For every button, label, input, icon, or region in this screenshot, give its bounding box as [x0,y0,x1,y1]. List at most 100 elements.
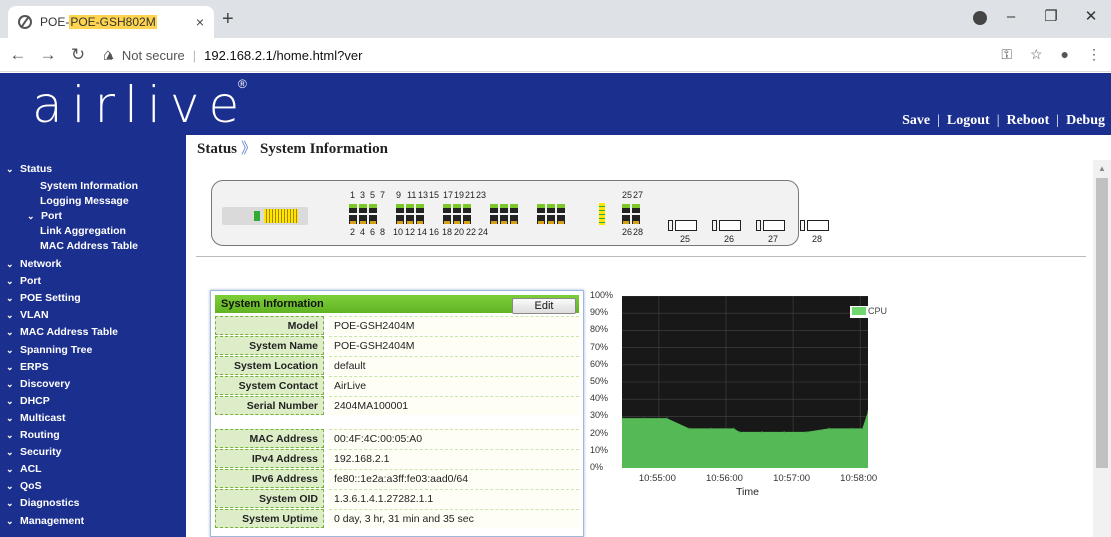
back-icon[interactable]: ← [6,45,30,65]
forward-icon[interactable]: → [36,45,60,65]
ethernet-port[interactable] [622,215,630,224]
ethernet-port[interactable] [632,215,640,224]
app-header: airlive ® Save | Logout | Reboot | Debug [0,73,1111,135]
ethernet-port[interactable] [349,215,357,224]
globe-icon [18,15,32,29]
sidebar-item-acl[interactable]: ⌄ ACL [6,463,42,475]
info-row: IPv6 Address fe80::1e2a:a3ff:fe03:aad0/64 [215,469,579,489]
star-icon[interactable]: ☆ [1030,46,1043,63]
ethernet-port[interactable] [510,215,518,224]
omnibox[interactable]: ▲ Not secure | 192.168.2.1/home.html?ver [104,43,999,67]
ethernet-port[interactable] [369,204,377,213]
ethernet-port[interactable] [396,204,404,213]
extension-icon[interactable] [973,11,987,25]
sidebar-item-dhcp[interactable]: ⌄ DHCP [6,395,50,407]
ethernet-port[interactable] [443,215,451,224]
edit-button[interactable]: Edit [512,298,576,314]
sidebar-item-qos[interactable]: ⌄ QoS [6,480,42,492]
system-info-panel: System Information Edit Model POE-GSH2404… [210,290,584,537]
cpu-chart-svg [621,295,869,469]
sidebar-item-mac-address-table[interactable]: ⌄ MAC Address Table [6,326,118,338]
ethernet-port[interactable] [490,204,498,213]
ethernet-port[interactable] [557,215,565,224]
ethernet-port[interactable] [453,215,461,224]
sidebar-item-discovery[interactable]: ⌄ Discovery [6,378,70,390]
port-number-bottom: 20 [454,227,465,237]
ethernet-port[interactable] [369,215,377,224]
ethernet-port[interactable] [416,215,424,224]
ethernet-port[interactable] [500,204,508,213]
info-label: System OID [215,489,324,508]
sidebar-item-status[interactable]: ⌄ Status [6,163,52,175]
new-tab-button[interactable]: + [222,8,234,31]
tab-close-icon[interactable]: × [196,14,204,30]
sidebar-item-diagnostics[interactable]: ⌄ Diagnostics [6,497,80,509]
ethernet-port[interactable] [416,204,424,213]
close-window-icon[interactable]: ✕ [1071,7,1111,25]
breadcrumb-section[interactable]: Status [197,141,237,157]
page-scrollbar[interactable]: ▲ [1093,160,1111,537]
reload-icon[interactable]: ↻ [66,45,90,65]
sidebar-item-poe-setting[interactable]: ⌄ POE Setting [6,292,81,304]
browser-tab[interactable]: POE- POE-GSH802M × [8,6,214,38]
sidebar-item-erps[interactable]: ⌄ ERPS [6,361,49,373]
sidebar-item-network[interactable]: ⌄ Network [6,258,61,270]
ethernet-port[interactable] [622,204,630,213]
profile-icon[interactable]: ● [1061,46,1069,63]
ethernet-port[interactable] [359,215,367,224]
sidebar-item-routing[interactable]: ⌄ Routing [6,429,60,441]
sidebar-item-security[interactable]: ⌄ Security [6,446,61,458]
port-number-top: 15 [429,190,440,200]
sidebar-item-link-aggregation[interactable]: Link Aggregation [40,225,126,237]
ethernet-port[interactable] [547,204,555,213]
menu-icon[interactable]: ⋮ [1087,46,1101,63]
scrollbar-thumb[interactable] [1096,178,1108,468]
info-row: System Location default [215,356,579,376]
divider [196,256,1086,257]
sfp-port[interactable] [807,220,829,231]
sidebar-item-spanning-tree[interactable]: ⌄ Spanning Tree [6,344,92,356]
ethernet-port[interactable] [453,204,461,213]
port-number-top: 7 [380,190,386,200]
key-icon[interactable]: ⚿ [1001,46,1012,63]
url-text[interactable]: 192.168.2.1/home.html?ver [204,48,362,63]
sfp-port[interactable] [719,220,741,231]
scroll-up-icon[interactable]: ▲ [1098,164,1106,173]
sidebar-item-management[interactable]: ⌄ Management [6,515,84,527]
sidebar-item-vlan[interactable]: ⌄ VLAN [6,309,49,321]
restore-icon[interactable]: ❐ [1031,7,1071,25]
ethernet-port[interactable] [557,204,565,213]
ethernet-port[interactable] [463,204,471,213]
info-label: System Uptime [215,509,324,528]
sidebar-item-multicast[interactable]: ⌄ Multicast [6,412,66,424]
ethernet-port[interactable] [510,204,518,213]
ethernet-port[interactable] [396,215,404,224]
minimize-icon[interactable]: – [991,8,1031,25]
ethernet-port[interactable] [500,215,508,224]
ethernet-port[interactable] [359,204,367,213]
sidebar-item-mac-address-table-sub[interactable]: MAC Address Table [40,240,138,252]
sfp-port[interactable] [675,220,697,231]
chevron-down-icon: ⌄ [6,310,14,321]
ethernet-port[interactable] [463,215,471,224]
sfp-port[interactable] [763,220,785,231]
ethernet-port[interactable] [547,215,555,224]
info-label: IPv6 Address [215,469,324,488]
ethernet-port[interactable] [490,215,498,224]
ethernet-port[interactable] [406,204,414,213]
y-tick-label: 10% [590,444,609,455]
sidebar-item-system-information[interactable]: System Information [40,180,138,192]
save-link[interactable]: Save [902,113,930,128]
sidebar-item-port[interactable]: ⌄ Port [6,275,41,287]
ethernet-port[interactable] [349,204,357,213]
debug-link[interactable]: Debug [1066,113,1105,128]
sidebar-item-port-group[interactable]: ⌄ Port [27,210,62,222]
ethernet-port[interactable] [537,215,545,224]
logout-link[interactable]: Logout [947,113,990,128]
ethernet-port[interactable] [406,215,414,224]
ethernet-port[interactable] [443,204,451,213]
ethernet-port[interactable] [632,204,640,213]
reboot-link[interactable]: Reboot [1007,113,1050,128]
sidebar-item-logging-message[interactable]: Logging Message [40,195,129,207]
ethernet-port[interactable] [537,204,545,213]
